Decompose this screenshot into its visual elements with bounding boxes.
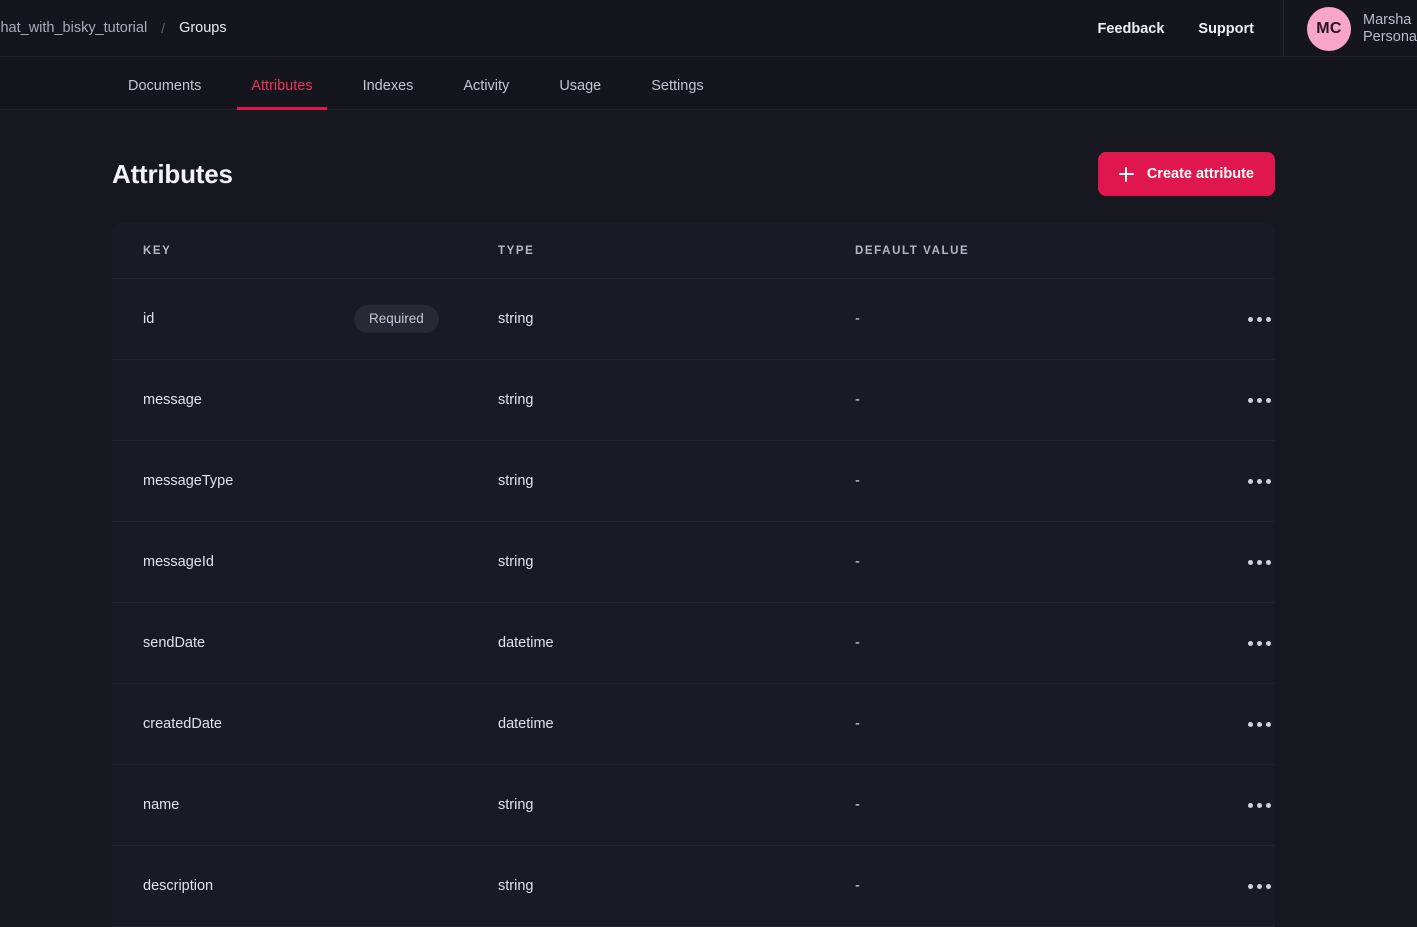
user-menu[interactable]: MC Marsha Persona: [1284, 0, 1417, 57]
row-menu-icon[interactable]: [1246, 878, 1273, 895]
cell-actions: [1228, 635, 1275, 652]
attribute-key-label: createdDate: [143, 716, 222, 732]
user-organization: Persona: [1362, 29, 1417, 45]
required-badge: Required: [354, 305, 439, 333]
tab-usage[interactable]: Usage: [543, 78, 617, 109]
cell-type: datetime: [498, 635, 554, 651]
cell-actions: [1228, 878, 1275, 895]
main-content: Attributes Create attribute KEY TYPE DEF…: [0, 110, 1417, 927]
user-info: Marsha Persona: [1363, 12, 1417, 45]
column-header-type: TYPE: [498, 244, 535, 257]
cell-type: string: [498, 473, 534, 489]
attribute-key-label: id: [143, 311, 155, 327]
breadcrumb-project[interactable]: Chat_with_bisky_tutorial: [0, 20, 147, 36]
tab-documents[interactable]: Documents: [112, 78, 217, 109]
cell-key: messageType: [143, 473, 498, 489]
table-header-row: KEY TYPE DEFAULT VALUE: [112, 223, 1275, 279]
page-header: Attributes Create attribute: [112, 152, 1275, 196]
table-row[interactable]: description string -: [112, 846, 1275, 927]
column-header-default-value: DEFAULT VALUE: [855, 244, 970, 257]
tab-indexes[interactable]: Indexes: [347, 78, 430, 109]
attributes-table: KEY TYPE DEFAULT VALUE id Required strin…: [112, 223, 1275, 927]
cell-actions: [1228, 554, 1275, 571]
cell-actions: [1228, 311, 1275, 328]
header-links: Feedback Support: [1098, 0, 1283, 57]
cell-default-value: -: [855, 878, 860, 894]
table-row[interactable]: messageId string -: [112, 522, 1275, 603]
attribute-key-label: messageType: [143, 473, 234, 489]
table-row[interactable]: id Required string -: [112, 279, 1275, 360]
cell-key: createdDate: [143, 716, 498, 732]
cell-default-value: -: [855, 635, 860, 651]
avatar[interactable]: MC: [1306, 6, 1351, 51]
cell-key: message: [143, 392, 498, 408]
table-row[interactable]: message string -: [112, 360, 1275, 441]
cell-type: datetime: [498, 716, 554, 732]
attribute-key-label: sendDate: [143, 635, 206, 651]
row-menu-icon[interactable]: [1246, 797, 1273, 814]
create-attribute-button[interactable]: Create attribute: [1097, 152, 1275, 196]
cell-key: messageId: [143, 554, 498, 570]
support-link[interactable]: Support: [1198, 21, 1254, 37]
cell-type: string: [498, 311, 534, 327]
attribute-key-label: messageId: [143, 554, 214, 570]
row-menu-icon[interactable]: [1246, 635, 1273, 652]
feedback-link[interactable]: Feedback: [1098, 21, 1165, 37]
cell-default-value: -: [855, 797, 860, 813]
cell-key: name: [143, 797, 498, 813]
cell-default-value: -: [855, 473, 860, 489]
breadcrumb-separator: /: [161, 20, 166, 36]
cell-key: id Required: [143, 305, 498, 333]
cell-key: description: [143, 878, 498, 894]
cell-actions: [1228, 473, 1275, 490]
row-menu-icon[interactable]: [1246, 716, 1273, 733]
tab-bar: Documents Attributes Indexes Activity Us…: [0, 57, 1417, 110]
table-row[interactable]: sendDate datetime -: [112, 603, 1275, 684]
table-row[interactable]: messageType string -: [112, 441, 1275, 522]
cell-default-value: -: [855, 554, 860, 570]
breadcrumb: Chat_with_bisky_tutorial / Groups: [0, 20, 227, 36]
plus-icon: [1118, 166, 1134, 182]
table-row[interactable]: createdDate datetime -: [112, 684, 1275, 765]
create-attribute-label: Create attribute: [1146, 166, 1254, 182]
cell-default-value: -: [855, 311, 860, 327]
tab-settings[interactable]: Settings: [635, 78, 719, 109]
cell-type: string: [498, 392, 534, 408]
cell-actions: [1228, 716, 1275, 733]
tab-attributes[interactable]: Attributes: [235, 78, 328, 110]
attribute-key-label: name: [143, 797, 180, 813]
attribute-key-label: description: [143, 878, 214, 894]
cell-actions: [1228, 797, 1275, 814]
row-menu-icon[interactable]: [1246, 392, 1273, 409]
cell-default-value: -: [855, 392, 860, 408]
row-menu-icon[interactable]: [1246, 554, 1273, 571]
cell-actions: [1228, 392, 1275, 409]
breadcrumb-current[interactable]: Groups: [179, 20, 227, 36]
top-header: Chat_with_bisky_tutorial / Groups Feedba…: [0, 0, 1417, 57]
header-right-group: Feedback Support MC Marsha Persona: [1098, 0, 1417, 57]
app-root: Chat_with_bisky_tutorial / Groups Feedba…: [0, 0, 1417, 927]
cell-default-value: -: [855, 716, 860, 732]
cell-type: string: [498, 554, 534, 570]
cell-type: string: [498, 878, 534, 894]
row-menu-icon[interactable]: [1246, 311, 1273, 328]
cell-type: string: [498, 797, 534, 813]
table-row[interactable]: name string -: [112, 765, 1275, 846]
user-name: Marsha: [1362, 12, 1412, 28]
page-title: Attributes: [112, 158, 233, 189]
tab-activity[interactable]: Activity: [447, 78, 525, 109]
row-menu-icon[interactable]: [1246, 473, 1273, 490]
column-header-key: KEY: [143, 244, 172, 257]
attribute-key-label: message: [143, 392, 202, 408]
cell-key: sendDate: [143, 635, 498, 651]
